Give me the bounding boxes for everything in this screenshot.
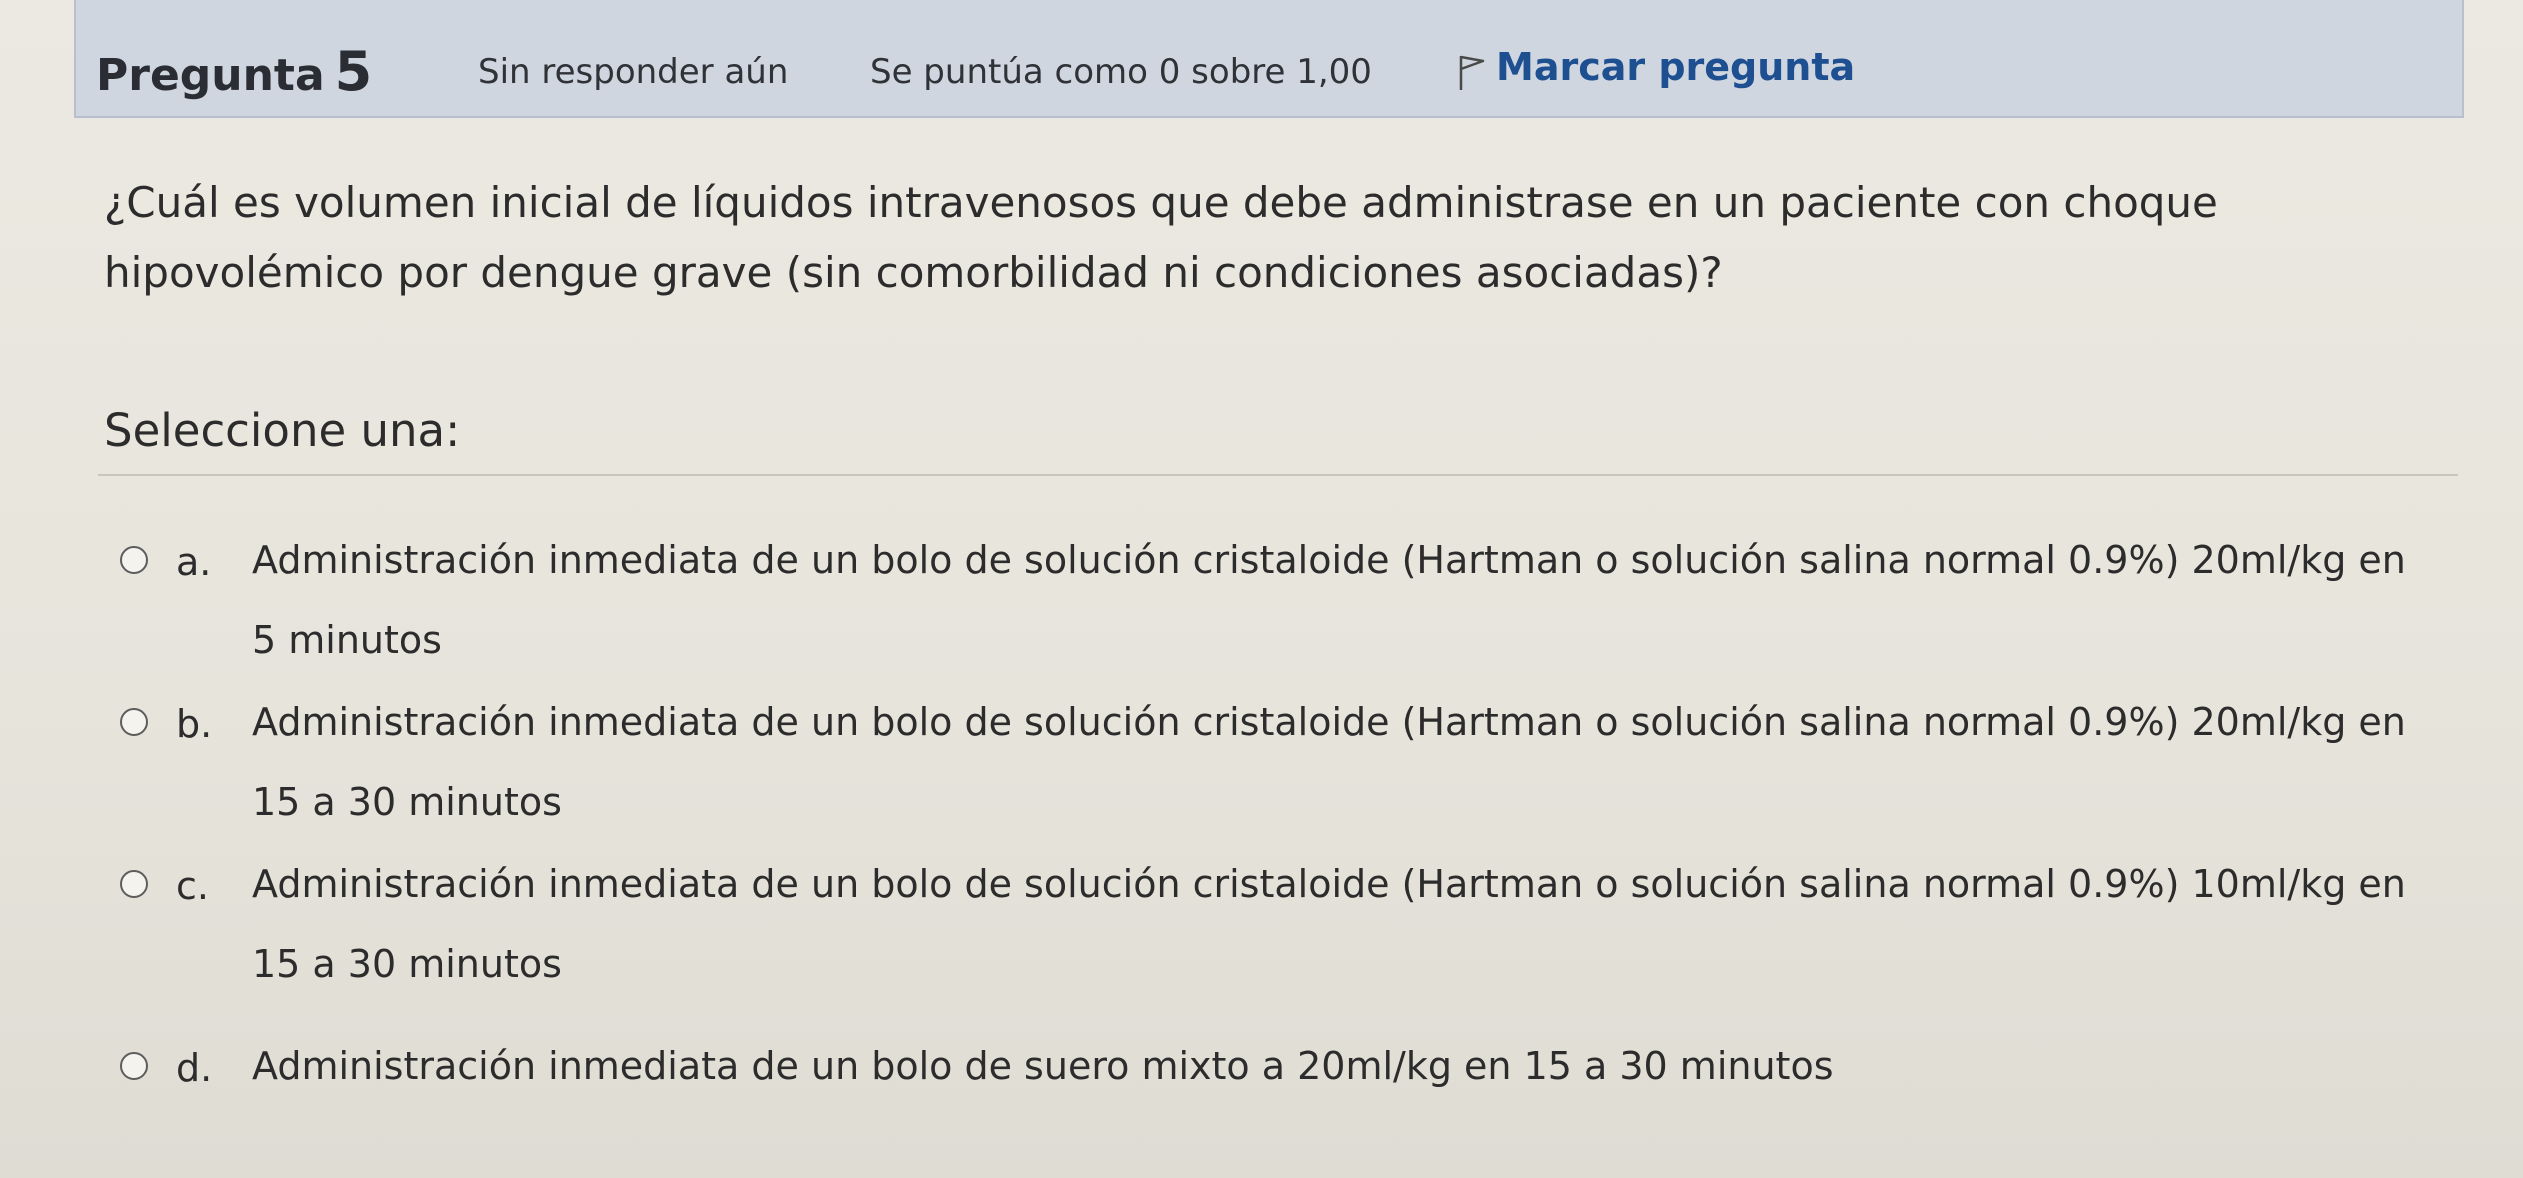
answer-text: Administración inmediata de un bolo de s… [252,1044,1834,1088]
answer-letter: b. [176,702,213,746]
divider [98,474,2458,476]
answer-letter: c. [176,864,209,908]
question-heading: Pregunta 5 [96,40,372,103]
question-text: ¿Cuál es volumen inicial de líquidos int… [104,178,2218,297]
flag-question-label: Marcar pregunta [1496,45,1856,89]
answer-prompt: Seleccione una: [104,404,461,457]
radio-c[interactable] [120,870,148,898]
answer-text: Administración inmediata de un bolo de s… [252,700,2406,824]
flag-question-button[interactable]: Marcar pregunta [1456,42,1855,92]
radio-a[interactable] [120,546,148,574]
radio-d[interactable] [120,1052,148,1080]
answer-text: Administración inmediata de un bolo de s… [252,862,2406,986]
answer-letter: d. [176,1046,213,1090]
flag-icon [1459,55,1485,90]
question-state: Sin responder aún [478,52,789,92]
answer-text: Administración inmediata de un bolo de s… [252,538,2406,662]
answer-letter: a. [176,540,212,584]
quiz-page: Pregunta 5 Sin responder aún Se puntúa co… [0,0,2523,1178]
question-grade: Se puntúa como 0 sobre 1,00 [870,52,1372,92]
radio-b[interactable] [120,708,148,736]
question-number: 5 [334,40,373,103]
question-label: Pregunta [96,50,325,101]
